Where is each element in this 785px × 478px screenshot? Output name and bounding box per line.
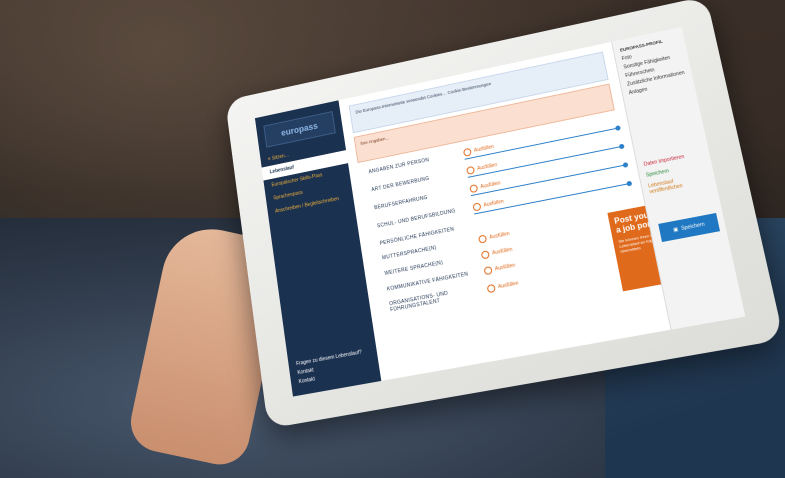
- fill-button[interactable]: Ausfüllen: [477, 230, 510, 244]
- europass-logo[interactable]: europass: [263, 111, 336, 148]
- plus-icon: [472, 202, 482, 212]
- plus-icon: [477, 234, 488, 244]
- plus-icon: [466, 165, 476, 175]
- fill-button[interactable]: Ausfüllen: [483, 262, 516, 276]
- sidebar-bottom: Fragen zu diesem Lebenslauf? Kontakt Kon…: [296, 348, 365, 387]
- fill-button[interactable]: Ausfüllen: [486, 279, 520, 294]
- save-icon: ▣: [672, 226, 679, 234]
- fill-button[interactable]: Ausfüllen: [480, 246, 513, 260]
- plus-icon: [462, 147, 472, 157]
- plus-icon: [480, 250, 490, 260]
- plus-icon: [469, 183, 479, 194]
- save-button[interactable]: ▣ Speichern: [658, 212, 721, 243]
- plus-icon: [486, 283, 496, 294]
- plus-icon: [483, 265, 493, 276]
